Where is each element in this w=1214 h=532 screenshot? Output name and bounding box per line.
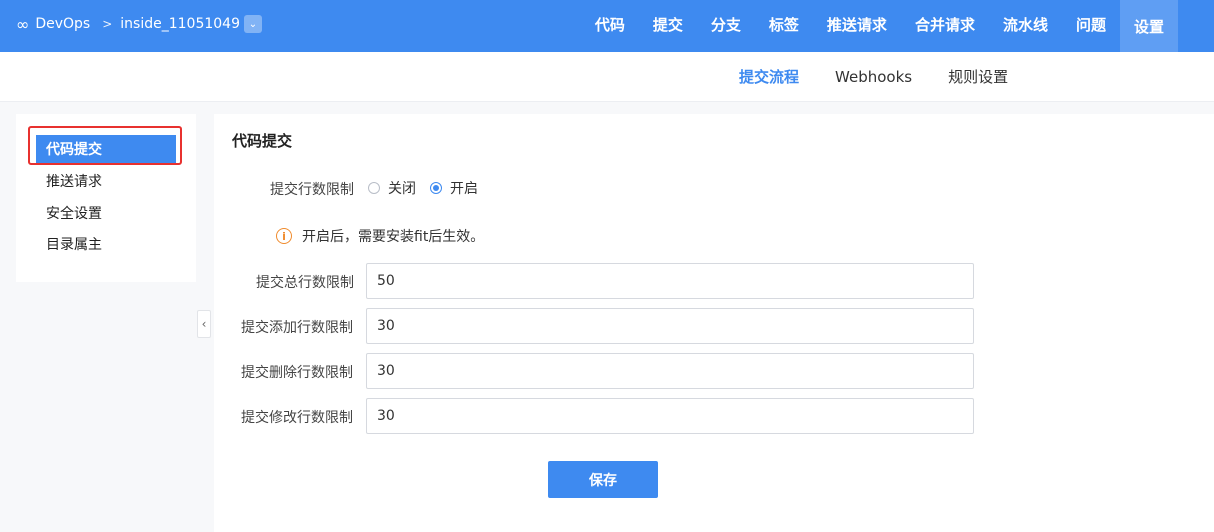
sidebar-item-push-request[interactable]: 推送请求 bbox=[36, 167, 176, 197]
sidebar-item-directory-owner[interactable]: 目录属主 bbox=[36, 230, 176, 260]
brand-name[interactable]: DevOps bbox=[35, 16, 90, 32]
section-title: 代码提交 bbox=[232, 132, 293, 150]
nav-pipelines[interactable]: 流水线 bbox=[989, 0, 1062, 48]
sub-nav: 提交流程 Webhooks 规则设置 bbox=[0, 52, 1214, 102]
main-panel: 代码提交 提交行数限制 关闭 开启 i 开启后，需要安装fit后生效。 提交总行… bbox=[214, 114, 1214, 532]
line-limit-label: 提交行数限制 bbox=[270, 182, 354, 198]
radio-off-label: 关闭 bbox=[388, 181, 416, 197]
deleted-lines-label: 提交删除行数限制 bbox=[241, 365, 353, 381]
radio-on[interactable]: 开启 bbox=[430, 178, 478, 198]
top-bar: ∞ DevOps > inside_11051049 ⌄ 代码 提交 分支 标签… bbox=[0, 0, 1214, 52]
chevron-left-icon: ‹ bbox=[201, 317, 207, 331]
nav-issues[interactable]: 问题 bbox=[1062, 0, 1120, 48]
tab-rule-settings[interactable]: 规则设置 bbox=[948, 52, 1008, 101]
repo-name[interactable]: inside_11051049 bbox=[120, 16, 240, 32]
save-button[interactable]: 保存 bbox=[548, 461, 658, 498]
nav-commits[interactable]: 提交 bbox=[639, 0, 697, 48]
added-lines-input[interactable] bbox=[366, 308, 974, 344]
radio-off-circle[interactable] bbox=[368, 182, 380, 194]
nav-settings[interactable]: 设置 bbox=[1119, 0, 1178, 52]
settings-sidebar: 代码提交 推送请求 安全设置 目录属主 bbox=[16, 114, 196, 282]
nav-branches[interactable]: 分支 bbox=[697, 0, 755, 48]
hint-text: 开启后，需要安装fit后生效。 bbox=[302, 229, 485, 245]
nav-push-requests[interactable]: 推送请求 bbox=[813, 0, 901, 48]
collapse-sidebar-button[interactable]: ‹ bbox=[197, 310, 211, 338]
info-warning-icon: i bbox=[276, 228, 292, 244]
sidebar-item-security[interactable]: 安全设置 bbox=[36, 199, 176, 229]
nav-code[interactable]: 代码 bbox=[581, 0, 639, 48]
sidebar-item-code-commit[interactable]: 代码提交 bbox=[36, 135, 176, 165]
chevron-down-icon[interactable]: ⌄ bbox=[244, 15, 262, 33]
radio-off[interactable]: 关闭 bbox=[368, 178, 416, 198]
modified-lines-input[interactable] bbox=[366, 398, 974, 434]
total-lines-label: 提交总行数限制 bbox=[256, 275, 354, 291]
devops-logo-icon: ∞ bbox=[16, 14, 30, 34]
chevron-right-icon: > bbox=[102, 17, 113, 31]
total-lines-input[interactable] bbox=[366, 263, 974, 299]
tab-webhooks[interactable]: Webhooks bbox=[835, 52, 912, 101]
breadcrumb: ∞ DevOps > inside_11051049 ⌄ bbox=[16, 0, 262, 48]
deleted-lines-input[interactable] bbox=[366, 353, 974, 389]
added-lines-label: 提交添加行数限制 bbox=[241, 320, 353, 336]
radio-on-circle[interactable] bbox=[430, 182, 442, 194]
tab-commit-flow[interactable]: 提交流程 bbox=[739, 52, 799, 101]
hint-message: i 开启后，需要安装fit后生效。 bbox=[276, 226, 484, 246]
nav-tags[interactable]: 标签 bbox=[755, 0, 813, 48]
line-limit-radio-group: 关闭 开启 bbox=[368, 178, 492, 198]
nav-merge-requests[interactable]: 合并请求 bbox=[901, 0, 989, 48]
main-nav: 代码 提交 分支 标签 推送请求 合并请求 流水线 问题 设置 bbox=[581, 0, 1178, 52]
modified-lines-label: 提交修改行数限制 bbox=[241, 410, 353, 426]
radio-on-label: 开启 bbox=[450, 181, 478, 197]
